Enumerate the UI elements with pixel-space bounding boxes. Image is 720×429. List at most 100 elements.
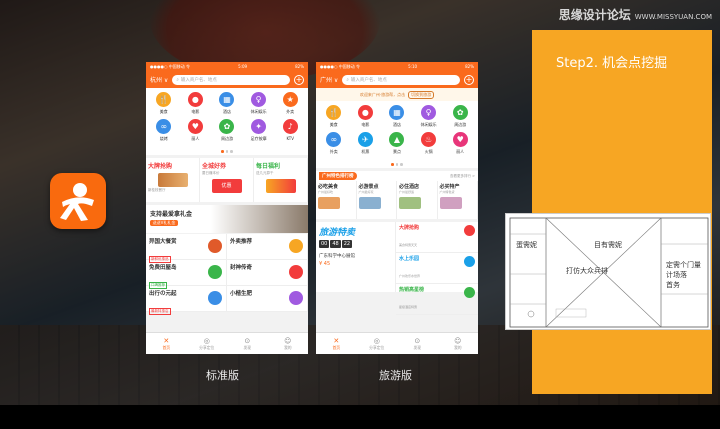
promo-card[interactable]: 全城好券 要日赚本价 优惠 (200, 158, 254, 202)
rank-item[interactable]: 必住酒店 广州最舒适 (397, 181, 438, 219)
category-icon: ♥ (452, 132, 468, 147)
page-indicator (316, 161, 478, 168)
category-item[interactable]: ✿ 周边游 (211, 119, 243, 146)
sketch-note-center: 打仿大众兵排 (566, 267, 608, 275)
category-icon: ∞ (156, 119, 172, 134)
search-input[interactable]: ⌕ 输入商户名、地点 (342, 74, 460, 85)
phone-standard: ●●●●○ 中国移动 令 5:09 82% 杭州 ∨ ⌕ 输入商户名、地点 + … (146, 62, 308, 354)
rank-item[interactable]: 必吃美食 广州最好吃 (316, 181, 357, 219)
tab-item[interactable]: ◎ 分享定位 (187, 333, 228, 354)
sale-item[interactable]: 热销高星榜 星级酒店特惠 (396, 284, 478, 315)
sale-thumbnail (464, 287, 475, 298)
caption-standard: 标准版 (206, 369, 239, 382)
deal-item[interactable]: 免费田屋岛 口碑推荐 (146, 260, 227, 289)
banner[interactable]: 支持最爱拿礼金 送送V礼礼金 (146, 205, 308, 233)
deals-grid: 异国大餐赏 新鲜优惠品 外卖推荐 免费田屋岛 口碑推荐 封神传奇 出行の元起 最新特惠店 小楷生… (146, 234, 308, 315)
rank-item[interactable]: 必游景点 广州最好玩 (357, 181, 397, 219)
sale-feature[interactable]: 旅游特卖 00 48 22 广东科学中心展馆 ¥ 45 (316, 222, 396, 292)
deal-thumbnail (208, 265, 222, 279)
deal-item[interactable]: 封神传奇 (227, 260, 308, 286)
category-label: 休闲娱乐 (250, 109, 267, 114)
city-selector[interactable]: 杭州 ∨ (150, 75, 168, 84)
rank-item[interactable]: 必买特产 广州特色货 (438, 181, 478, 219)
deal-thumbnail (208, 239, 222, 253)
add-icon[interactable]: + (294, 74, 304, 85)
category-item[interactable]: ▲ 景点 (381, 132, 413, 159)
travel-sale: 旅游特卖 00 48 22 广东科学中心展馆 ¥ 45 大牌抢购 美食特惠天天 水上… (316, 222, 478, 315)
deal-item[interactable]: 异国大餐赏 新鲜优惠品 (146, 234, 227, 263)
category-item[interactable]: ♥ 丽人 (444, 132, 476, 159)
category-label: 火锅 (424, 149, 433, 154)
category-item[interactable]: ● 电影 (180, 92, 212, 119)
category-item[interactable]: ★ 外卖 (274, 92, 306, 119)
category-icon: ✿ (452, 105, 468, 120)
search-input[interactable]: ⌕ 输入商户名、地点 (172, 74, 290, 85)
status-bar: ●●●●○ 中国移动 令 5:10 82% (316, 62, 478, 71)
sale-thumbnail (464, 225, 475, 236)
rank-more-link[interactable]: 查看更多排行 > (450, 174, 475, 179)
top-bar: 杭州 ∨ ⌕ 输入商户名、地点 + (146, 71, 308, 88)
sale-item[interactable]: 水上乐园 广州欢乐水世界 (396, 253, 478, 284)
promo-row: 大牌抢购 新桂枝餐厅 全城好券 要日赚本价 优惠 每日福利 送几元算千 (146, 158, 308, 202)
category-item[interactable]: ♥ 丽人 (180, 119, 212, 146)
search-icon: ⌕ (346, 77, 349, 83)
deal-thumbnail (208, 291, 222, 305)
deal-item[interactable]: 小楷生肥 (227, 286, 308, 312)
category-label: 机票 (361, 149, 370, 154)
tab-item[interactable]: ✕ 首页 (316, 333, 357, 354)
promo-card[interactable]: 大牌抢购 新桂枝餐厅 (146, 158, 200, 202)
category-item[interactable]: ▦ 酒店 (211, 92, 243, 119)
city-selector[interactable]: 广州 ∨ (320, 75, 338, 84)
category-item[interactable]: 🍴 美食 (318, 105, 350, 132)
category-item[interactable]: ∞ 外卖 (318, 132, 350, 159)
category-icon: ● (187, 92, 203, 107)
sketch-note-center-top: 目有需妮 (594, 241, 622, 249)
tab-item[interactable]: ◎ 分享定位 (357, 333, 398, 354)
discover-icon: ⊙ (244, 336, 251, 345)
category-item[interactable]: ♀ 休闲娱乐 (413, 105, 445, 132)
travel-notice: 欢迎来广州·旅游帮，点击 切换到旅游 (316, 88, 478, 101)
category-icon: ● (357, 105, 373, 120)
tab-item[interactable]: ✕ 首页 (146, 333, 187, 354)
promo-card[interactable]: 每日福利 送几元算千 (254, 158, 308, 202)
category-item[interactable]: ▦ 酒店 (381, 105, 413, 132)
category-item[interactable]: ✦ 足疗按摩 (243, 119, 275, 146)
sale-item[interactable]: 大牌抢购 美食特惠天天 (396, 222, 478, 253)
category-label: 丽人 (191, 136, 200, 141)
tab-item[interactable]: ⊙ 发现 (227, 333, 268, 354)
dianping-app-icon[interactable] (50, 173, 106, 229)
category-item[interactable]: ● 电影 (350, 105, 382, 132)
tab-item[interactable]: ☺ 我的 (438, 333, 479, 354)
category-icon: ✈ (357, 132, 373, 147)
watermark: 思缘设计论坛 WWW.MISSYUAN.COM (558, 8, 712, 22)
category-grid: 🍴 美食 ● 电影 ▦ 酒店 ♀ 休闲娱乐 ★ 外卖 ∞ 烧烤 ♥ 丽人 ✿ 周边游 ✦ 足疗按摩 ♪ KTV (146, 88, 308, 148)
category-label: 休闲娱乐 (420, 122, 437, 127)
switch-travel-button[interactable]: 切换到旅游 (408, 90, 435, 99)
deal-item[interactable]: 外卖推荐 (227, 234, 308, 260)
rank-header: 广州特色排行榜 查看更多排行 > (316, 171, 478, 181)
step-panel: Step2. 机会点挖掘 (532, 30, 712, 394)
category-item[interactable]: ♨ 火锅 (413, 132, 445, 159)
tab-item[interactable]: ☺ 我的 (268, 333, 309, 354)
search-icon: ⌕ (176, 77, 179, 83)
category-label: 酒店 (392, 122, 401, 127)
category-item[interactable]: ♀ 休闲娱乐 (243, 92, 275, 119)
category-label: 美食 (159, 109, 168, 114)
page-indicator (146, 148, 308, 155)
category-item[interactable]: ✈ 机票 (350, 132, 382, 159)
category-grid: 🍴 美食 ● 电影 ▦ 酒店 ♀ 休闲娱乐 ✿ 周边游 ∞ 外卖 ✈ 机票 ▲ 景点 ♨ 火锅 ♥ 丽人 (316, 101, 478, 161)
add-icon[interactable]: + (464, 74, 474, 85)
tab-item[interactable]: ⊙ 发现 (397, 333, 438, 354)
category-item[interactable]: ✿ 周边游 (444, 105, 476, 132)
deal-item[interactable]: 出行の元起 最新特惠店 (146, 286, 227, 315)
rank-thumbnail (358, 197, 381, 209)
profile-icon: ☺ (454, 336, 462, 345)
location-icon: ◎ (203, 336, 210, 345)
category-item[interactable]: ♪ KTV (274, 119, 306, 146)
tab-bar: ✕ 首页 ◎ 分享定位 ⊙ 发现 ☺ 我的 (146, 332, 308, 354)
sale-thumbnail (464, 256, 475, 267)
deal-thumbnail (289, 265, 303, 279)
category-label: KTV (286, 136, 294, 141)
category-item[interactable]: ∞ 烧烤 (148, 119, 180, 146)
category-item[interactable]: 🍴 美食 (148, 92, 180, 119)
